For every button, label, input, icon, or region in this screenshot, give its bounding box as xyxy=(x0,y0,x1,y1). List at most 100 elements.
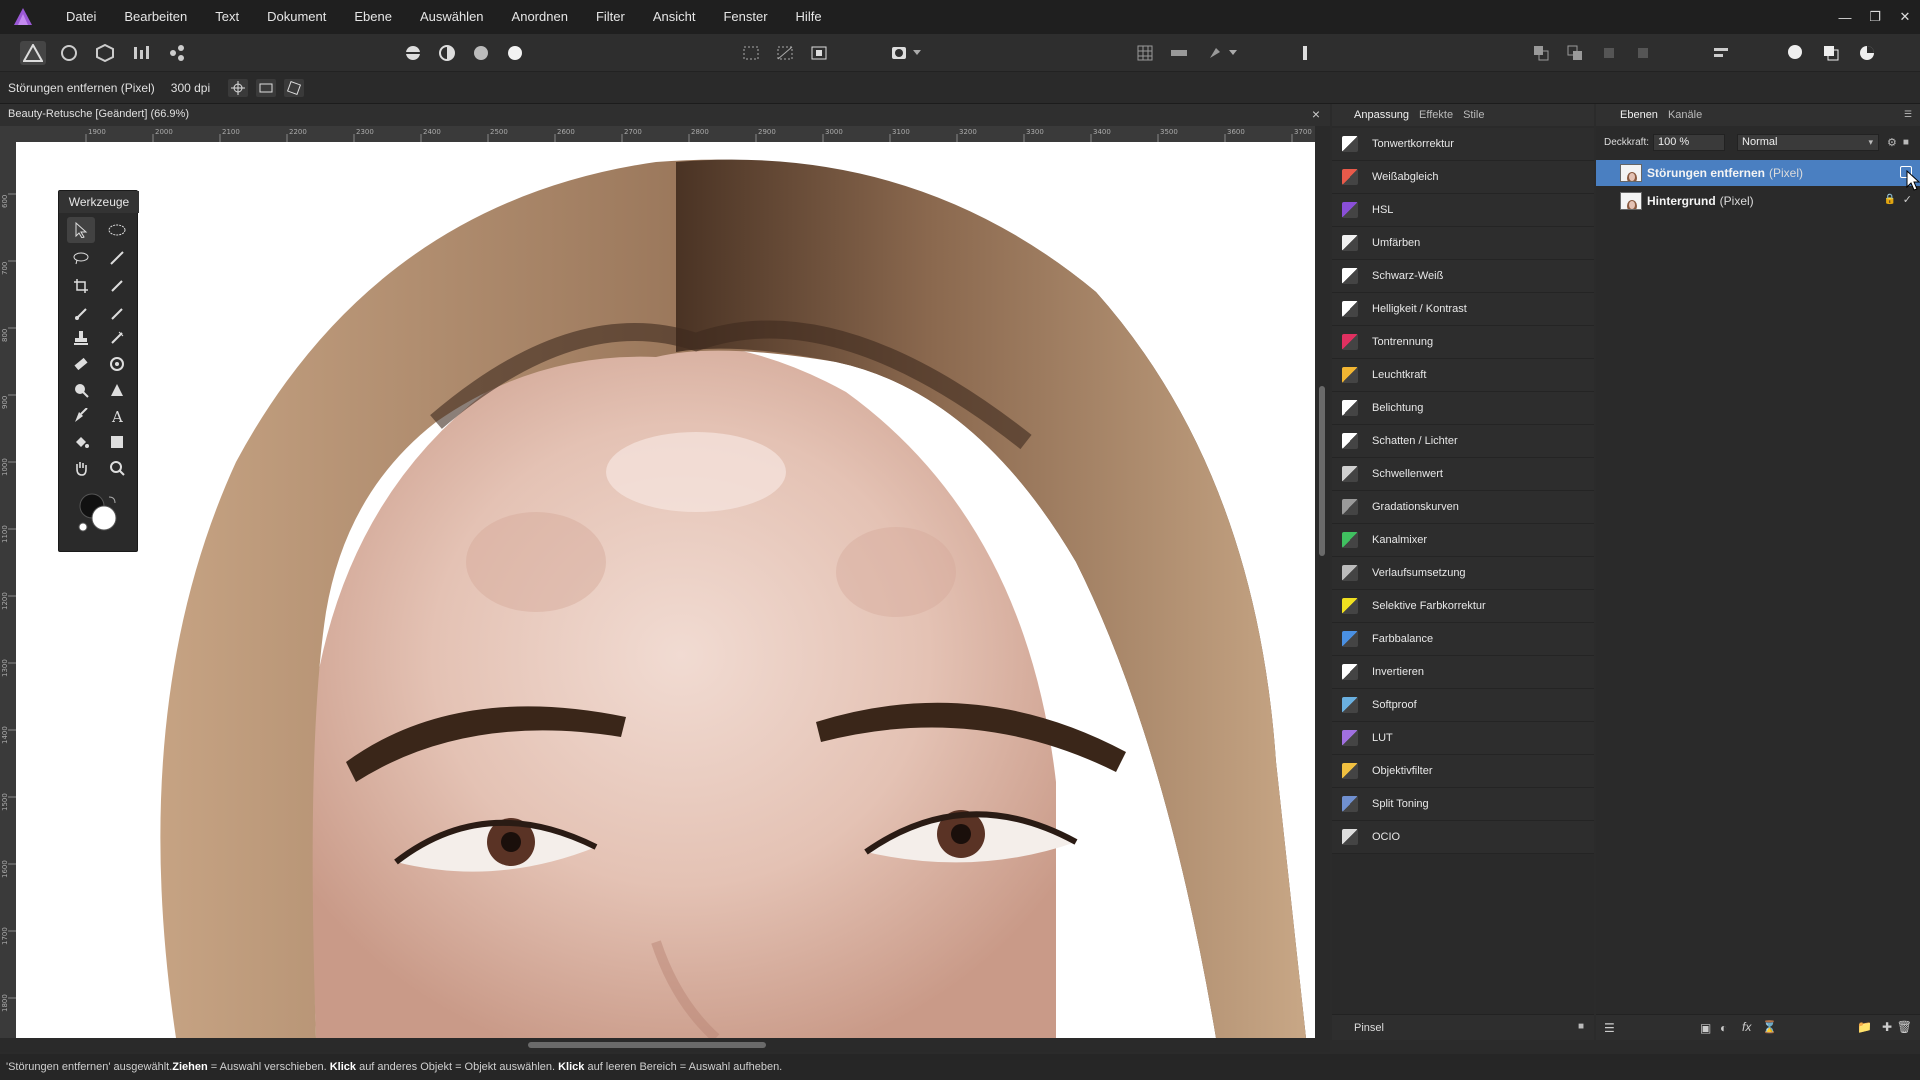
opacity-input[interactable] xyxy=(1653,133,1726,151)
vertical-scrollbar-thumb[interactable] xyxy=(1319,386,1325,556)
auto-white-balance-icon[interactable] xyxy=(502,41,528,65)
tone-mapping-persona-icon[interactable] xyxy=(128,41,154,65)
adjustment-item[interactable]: Selektive Farbkorrektur xyxy=(1332,590,1594,623)
menu-text[interactable]: Text xyxy=(201,0,253,34)
arrange-back-icon[interactable] xyxy=(1528,41,1554,65)
menu-fenster[interactable]: Fenster xyxy=(709,0,781,34)
adjustment-item[interactable]: OCIO xyxy=(1332,821,1594,854)
menu-ebene[interactable]: Ebene xyxy=(340,0,406,34)
horizontal-scrollbar[interactable] xyxy=(0,1038,1330,1052)
auto-colors-icon[interactable] xyxy=(468,41,494,65)
live-filter-icon[interactable]: ⌛ xyxy=(1762,1020,1777,1034)
align-icon[interactable] xyxy=(1708,41,1734,65)
minimize-icon[interactable]: — xyxy=(1830,10,1860,25)
fx-icon[interactable]: fx xyxy=(1742,1020,1751,1034)
panel-menu-icon[interactable]: ■ xyxy=(1578,1021,1584,1032)
smudge-brush-icon[interactable] xyxy=(103,301,131,327)
develop-persona-icon[interactable] xyxy=(92,41,118,65)
layers-menu-icon[interactable]: ☰ xyxy=(1904,109,1912,120)
sharpen-brush-icon[interactable] xyxy=(103,377,131,403)
lock-icon[interactable]: ■ xyxy=(1903,137,1909,148)
menu-ansicht[interactable]: Ansicht xyxy=(639,0,710,34)
mask-mode-icon[interactable] xyxy=(886,41,912,65)
menu-auswaehlen[interactable]: Auswählen xyxy=(406,0,498,34)
studio-panels-icon[interactable] xyxy=(1818,41,1844,65)
rectangle-tool-icon[interactable] xyxy=(103,429,131,455)
tab-stile[interactable]: Stile xyxy=(1463,109,1484,121)
close-document-icon[interactable]: × xyxy=(1312,106,1320,122)
move-tool-icon[interactable] xyxy=(67,217,95,243)
menu-filter[interactable]: Filter xyxy=(582,0,639,34)
snapping-dropdown-icon[interactable] xyxy=(1226,41,1240,65)
vertical-ruler[interactable]: 600 700 800 900 1000 1100 1200 1300 1400 1500 1600… xyxy=(0,142,16,1038)
red-eye-icon[interactable] xyxy=(103,351,131,377)
paint-brush-icon[interactable] xyxy=(103,245,131,271)
affinity-logo-icon[interactable] xyxy=(12,6,34,28)
inpainting-brush-icon[interactable] xyxy=(67,301,95,327)
guides-icon[interactable] xyxy=(1166,41,1192,65)
menu-anordnen[interactable]: Anordnen xyxy=(498,0,582,34)
arrange-backward-icon[interactable] xyxy=(1630,41,1656,65)
adjustment-item[interactable]: HSL xyxy=(1332,194,1594,227)
tab-kanaele[interactable]: Kanäle xyxy=(1668,109,1702,121)
close-window-icon[interactable]: ✕ xyxy=(1890,9,1920,25)
restore-icon[interactable]: ❐ xyxy=(1860,9,1890,25)
layer-row-stoerungen[interactable]: Störungen entfernen (Pixel) xyxy=(1596,160,1920,191)
document-tab[interactable]: Beauty-Retusche [Geändert] (66.9%) × xyxy=(0,104,1330,126)
assistant-icon[interactable] xyxy=(1292,41,1318,65)
pen-tool-icon[interactable] xyxy=(67,403,95,429)
adjustment-item[interactable]: Tontrennung xyxy=(1332,326,1594,359)
zoom-tool-icon[interactable] xyxy=(103,455,131,481)
adjustment-item[interactable]: Leuchtkraft xyxy=(1332,359,1594,392)
adjustment-item[interactable]: Schatten / Lichter xyxy=(1332,425,1594,458)
color-wheel-icon[interactable] xyxy=(1854,41,1880,65)
menu-dokument[interactable]: Dokument xyxy=(253,0,340,34)
layer-view-icon[interactable] xyxy=(256,78,277,97)
selection-diagonal-icon[interactable] xyxy=(772,41,798,65)
grid-icon[interactable] xyxy=(1132,41,1158,65)
folder-icon[interactable]: 📁 xyxy=(1857,1020,1872,1034)
adjustment-item[interactable]: Invertieren xyxy=(1332,656,1594,689)
adjustment-item[interactable]: LUT xyxy=(1332,722,1594,755)
export-persona-icon[interactable] xyxy=(164,41,190,65)
horizontal-scrollbar-thumb[interactable] xyxy=(528,1042,766,1048)
photo-persona-icon[interactable] xyxy=(20,41,46,65)
checkmark-icon[interactable]: ✓ xyxy=(1903,193,1912,206)
transform-icon[interactable] xyxy=(284,78,305,97)
hand-tool-icon[interactable] xyxy=(67,455,95,481)
tab-ebenen[interactable]: Ebenen xyxy=(1620,109,1658,121)
snapping-icon[interactable] xyxy=(1202,41,1228,65)
marquee-selection-icon[interactable] xyxy=(738,41,764,65)
dodge-brush-icon[interactable] xyxy=(67,377,95,403)
menu-bearbeiten[interactable]: Bearbeiten xyxy=(110,0,201,34)
tab-anpassung[interactable]: Anpassung xyxy=(1354,109,1409,121)
adjustment-item[interactable]: Verlaufsumsetzung xyxy=(1332,557,1594,590)
tab-effekte[interactable]: Effekte xyxy=(1419,109,1453,121)
layer-row-hintergrund[interactable]: Hintergrund (Pixel) 🔒 ✓ xyxy=(1596,188,1920,214)
lasso-tool-icon[interactable] xyxy=(67,245,95,271)
adjustment-item[interactable]: Umfärben xyxy=(1332,227,1594,260)
mask-mode-dropdown-icon[interactable] xyxy=(910,41,924,65)
trash-icon[interactable]: 🗑 xyxy=(1897,1020,1912,1034)
vertical-scrollbar[interactable] xyxy=(1315,126,1330,1038)
adjustment-item[interactable]: Tonwertkorrektur xyxy=(1332,128,1594,161)
adjustment-item[interactable]: Kanalmixer xyxy=(1332,524,1594,557)
gear-icon[interactable]: ⚙ xyxy=(1887,136,1897,149)
quick-mask-icon[interactable] xyxy=(806,41,832,65)
arrange-front-icon[interactable] xyxy=(1562,41,1588,65)
studio-chat-icon[interactable] xyxy=(1782,41,1808,65)
liquify-persona-icon[interactable] xyxy=(56,41,82,65)
adjustment-item[interactable]: Belichtung xyxy=(1332,392,1594,425)
text-tool-icon[interactable]: A xyxy=(103,403,131,429)
arrange-forward-icon[interactable] xyxy=(1596,41,1622,65)
adjustment-item[interactable]: Schwellenwert xyxy=(1332,458,1594,491)
adjustment-item[interactable]: Gradationskurven xyxy=(1332,491,1594,524)
menu-datei[interactable]: Datei xyxy=(52,0,110,34)
blemish-removal-icon[interactable] xyxy=(103,325,131,351)
add-layer-icon[interactable]: ✚ xyxy=(1882,1020,1892,1034)
adjustment-item[interactable]: Softproof xyxy=(1332,689,1594,722)
lock-icon[interactable]: 🔒 xyxy=(1884,194,1896,205)
layer-stack-icon[interactable]: ☰ xyxy=(1604,1021,1615,1035)
mask-layer-icon[interactable]: ▣ xyxy=(1700,1021,1711,1035)
auto-levels-icon[interactable] xyxy=(400,41,426,65)
